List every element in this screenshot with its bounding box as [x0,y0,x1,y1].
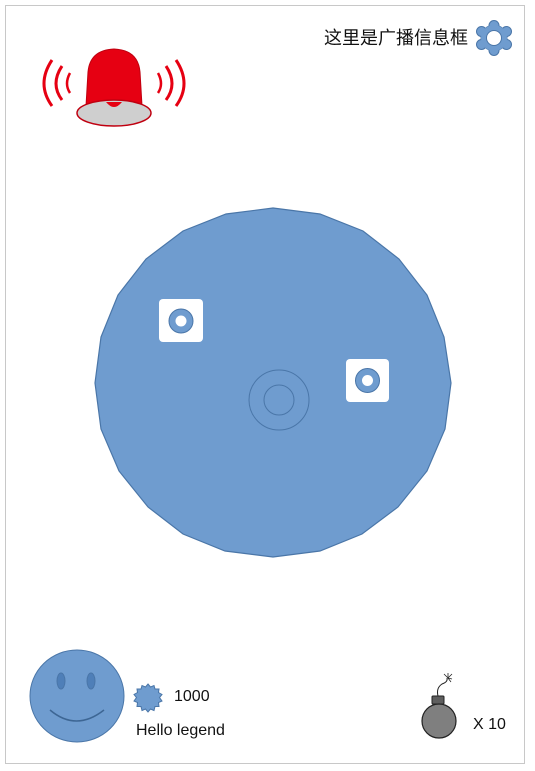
alarm-bell-icon[interactable] [38,46,190,130]
target-icon[interactable] [159,299,203,342]
coin-count: 1000 [174,688,210,705]
target-icon[interactable] [346,359,389,402]
bomb-icon[interactable] [414,672,464,746]
player-avatar[interactable] [28,648,126,744]
coin-icon [133,683,163,713]
broadcast-message: 这里是广播信息框 [324,28,468,49]
gear-icon[interactable] [475,20,513,56]
bomb-count: X 10 [473,716,506,733]
game-arena[interactable] [94,207,452,558]
player-greeting: Hello legend [136,722,225,739]
